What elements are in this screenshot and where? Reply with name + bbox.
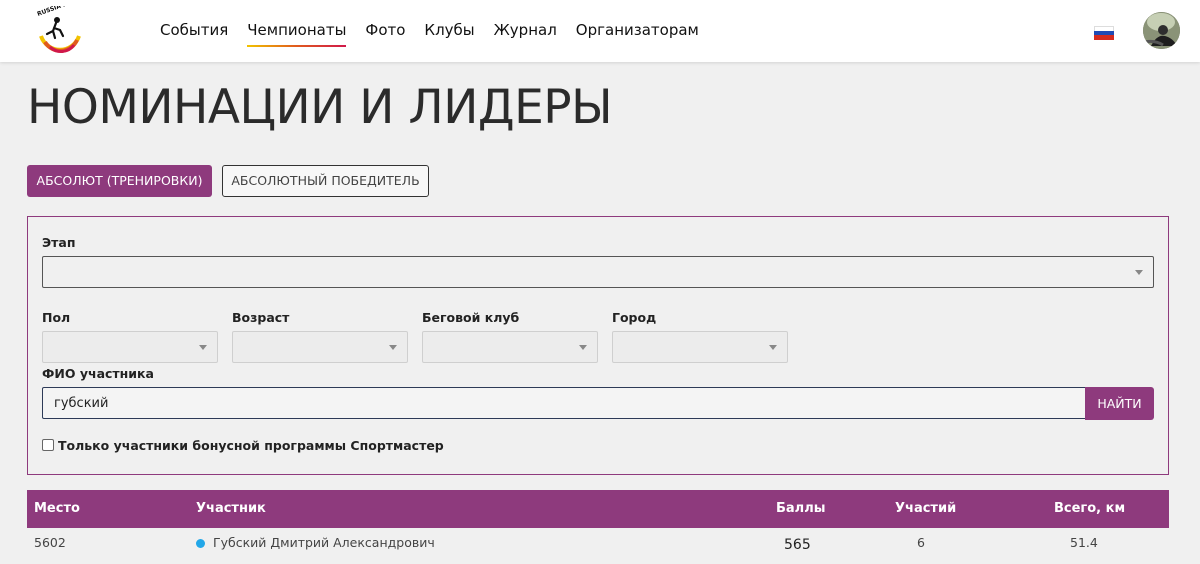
gender-label: Пол xyxy=(42,310,71,325)
row-participant[interactable]: Губский Дмитрий Александрович xyxy=(213,528,435,558)
site-header: RUSSIA RUNNING События Чемпионаты Фото К… xyxy=(0,0,1200,62)
row-total-km: 51.4 xyxy=(1070,535,1098,550)
participant-name-input[interactable] xyxy=(42,387,1086,419)
chevron-down-icon xyxy=(579,345,587,350)
row-place: 5602 xyxy=(34,535,66,550)
chevron-down-icon xyxy=(769,345,777,350)
age-label: Возраст xyxy=(232,310,290,325)
chevron-down-icon xyxy=(1135,270,1143,275)
nav-item-photo[interactable]: Фото xyxy=(365,19,405,41)
results-table-header: Место Участник Баллы Участий Всего, км xyxy=(27,490,1169,528)
column-place[interactable]: Место xyxy=(34,490,80,528)
russian-flag-icon[interactable] xyxy=(1094,26,1114,40)
name-label: ФИО участника xyxy=(42,366,154,381)
main-nav: События Чемпионаты Фото Клубы Журнал Орг… xyxy=(160,19,718,47)
club-select[interactable] xyxy=(422,331,598,363)
column-participations[interactable]: Участий xyxy=(895,490,956,528)
search-button[interactable]: НАЙТИ xyxy=(1085,387,1154,420)
tab-absolute-winner[interactable]: АБСОЛЮТНЫЙ ПОБЕДИТЕЛЬ xyxy=(222,165,429,197)
city-select[interactable] xyxy=(612,331,788,363)
bonus-program-checkbox[interactable] xyxy=(42,439,54,451)
user-avatar[interactable] xyxy=(1143,12,1180,49)
page-title: НОМИНАЦИИ И ЛИДЕРЫ xyxy=(27,80,613,135)
chevron-down-icon xyxy=(389,345,397,350)
club-label: Беговой клуб xyxy=(422,310,520,325)
tab-absolute-training[interactable]: АБСОЛЮТ (ТРЕНИРОВКИ) xyxy=(27,165,212,197)
status-dot-icon xyxy=(196,539,205,548)
nav-item-clubs[interactable]: Клубы xyxy=(424,19,474,41)
row-points: 565 xyxy=(784,537,811,553)
stage-select[interactable] xyxy=(42,256,1154,288)
filter-panel: Этап Пол Возраст Беговой клуб Город ФИО … xyxy=(27,216,1169,475)
gender-select[interactable] xyxy=(42,331,218,363)
city-label: Город xyxy=(612,310,657,325)
nav-item-organizers[interactable]: Организаторам xyxy=(576,19,699,41)
nav-item-journal[interactable]: Журнал xyxy=(494,19,557,41)
nav-item-championships[interactable]: Чемпионаты xyxy=(247,19,347,47)
column-points[interactable]: Баллы xyxy=(776,490,825,528)
chevron-down-icon xyxy=(199,345,207,350)
table-row[interactable]: 5602 Губский Дмитрий Александрович 565 6… xyxy=(27,528,1169,564)
svg-text:RUSSIA RUNNING: RUSSIA RUNNING xyxy=(36,6,87,18)
column-participant[interactable]: Участник xyxy=(196,490,266,528)
russia-running-logo[interactable]: RUSSIA RUNNING xyxy=(33,0,94,56)
row-participations: 6 xyxy=(917,535,925,550)
nav-item-events[interactable]: События xyxy=(160,19,228,41)
column-total-km[interactable]: Всего, км xyxy=(1054,490,1125,528)
stage-label: Этап xyxy=(42,235,76,250)
age-select[interactable] xyxy=(232,331,408,363)
bonus-program-label: Только участники бонусной программы Спор… xyxy=(58,438,444,453)
